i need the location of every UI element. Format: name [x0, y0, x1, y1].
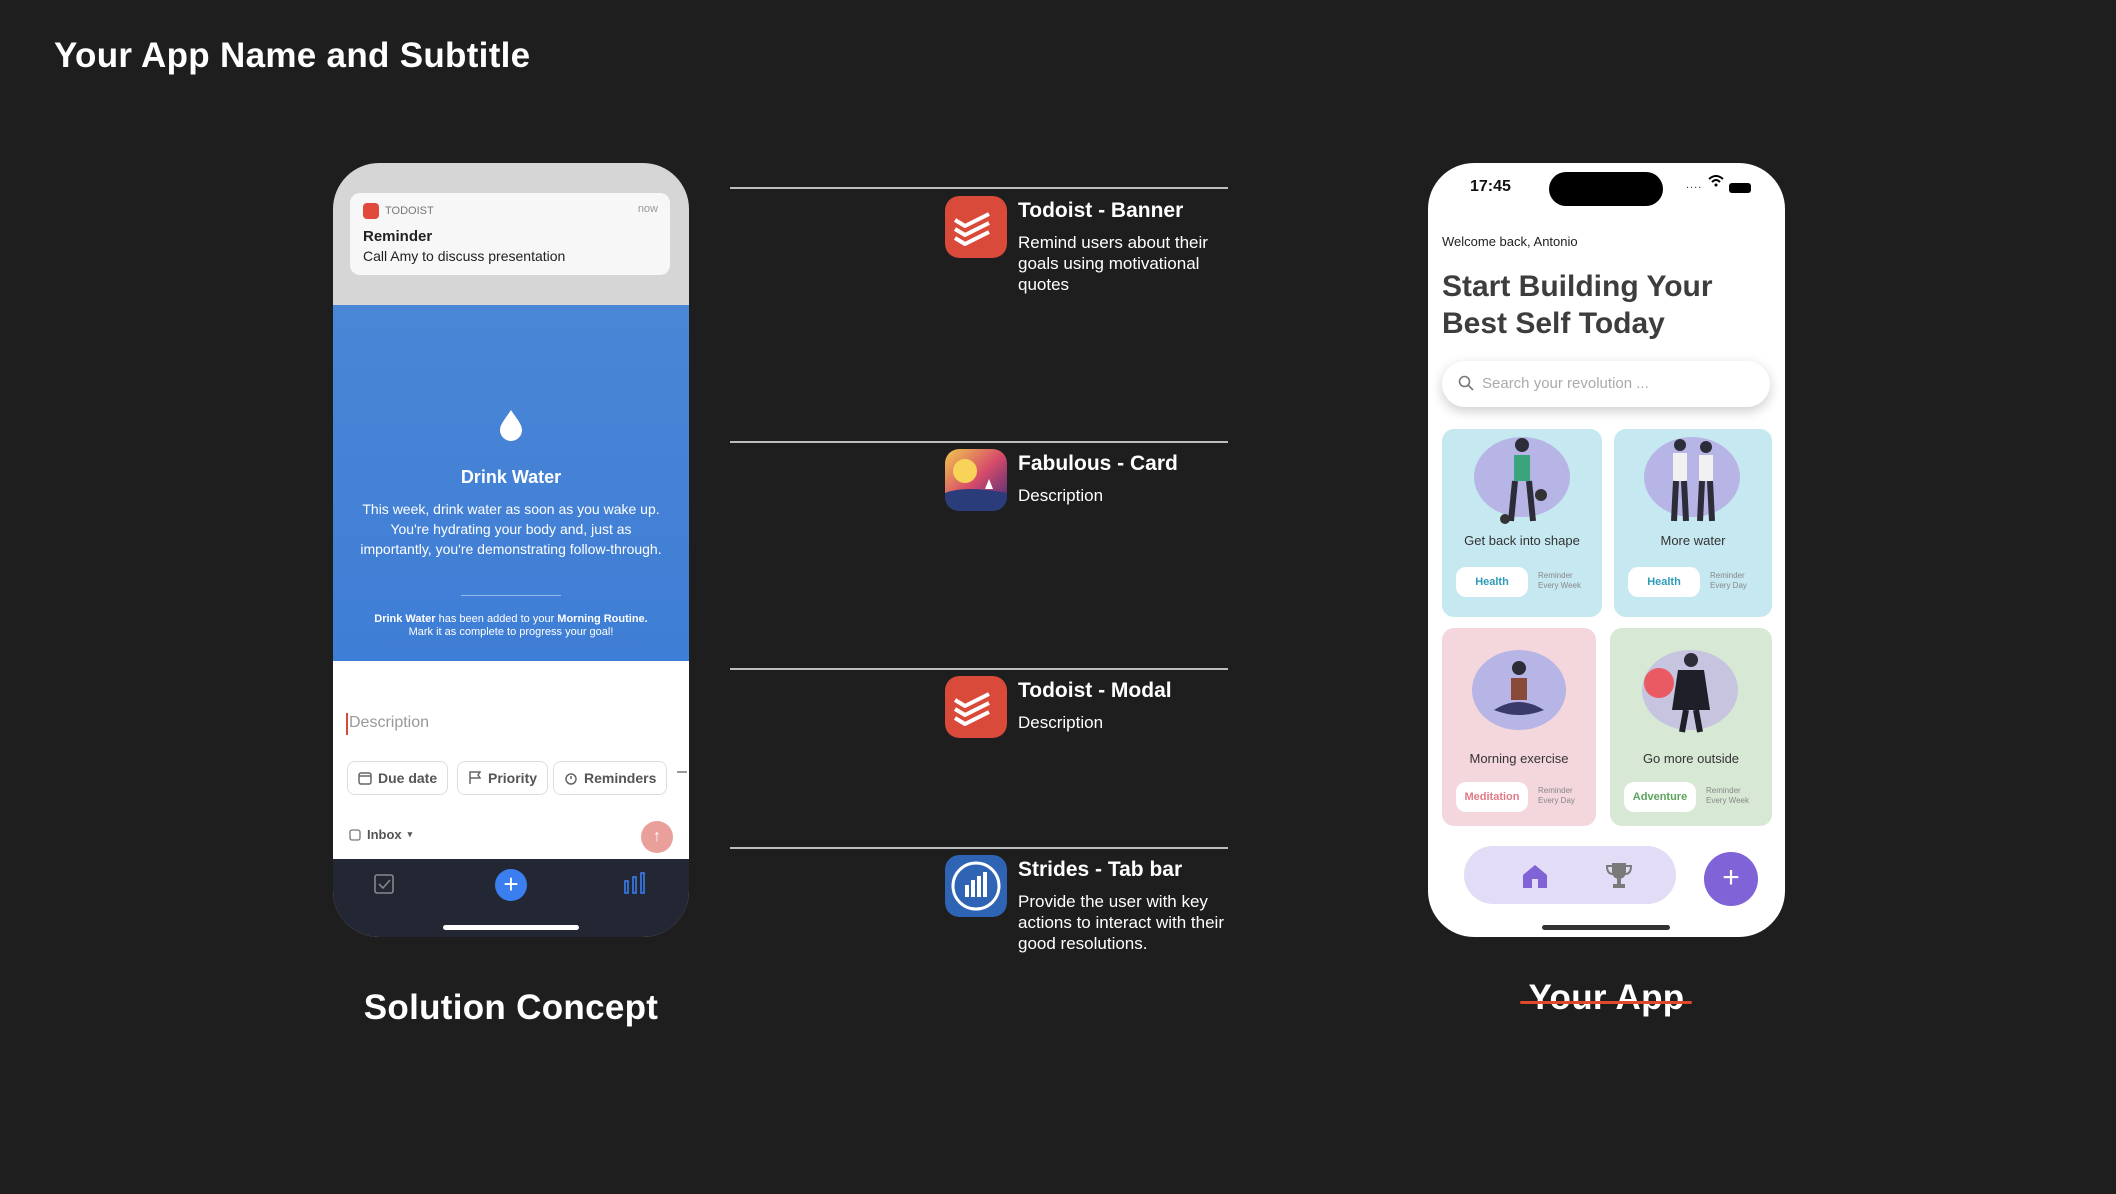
task-composer: Description Due date Priority Reminders … [333, 661, 689, 859]
card-title: More water [1660, 533, 1726, 548]
app-caption: Your App [1528, 978, 1685, 1017]
divider [461, 595, 561, 596]
habit-card: Drink Water This week, drink water as so… [333, 305, 689, 661]
todoist-icon [363, 203, 379, 219]
app-headline: Start Building Your Best Self Today [1442, 270, 1713, 340]
inspiration-description: Provide the user with key actions to int… [1018, 892, 1224, 953]
notification-banner[interactable]: TODOIST now Reminder Call Amy to discuss… [350, 193, 670, 275]
habit-card-water[interactable]: More water Health Reminder Every Day [1614, 429, 1772, 617]
project-selector[interactable]: Inbox ▾ [349, 827, 412, 842]
search-bar[interactable]: Search your revolution ... [1442, 361, 1770, 407]
card-title: Get back into shape [1464, 533, 1580, 548]
search-input[interactable]: Search your revolution ... [1482, 375, 1649, 392]
wifi-icon [1708, 175, 1724, 187]
inbox-icon [349, 828, 361, 841]
tab-bar: + [333, 859, 689, 937]
todoist-icon [945, 676, 1007, 738]
habit-card-shape[interactable]: Get back into shape Health Reminder Every… [1442, 429, 1602, 617]
strides-icon [945, 855, 1007, 917]
stats-icon[interactable] [623, 871, 647, 895]
inspiration-title: Fabulous - Card [1018, 452, 1178, 475]
notification-title: Reminder [363, 228, 433, 245]
signal-icon: .... [1686, 179, 1703, 191]
category-tag[interactable]: Health [1628, 567, 1700, 597]
meditation-illustration [1494, 661, 1544, 715]
more-chips-indicator [677, 771, 687, 773]
add-habit-button[interactable]: + [1704, 852, 1758, 906]
alarm-icon [565, 773, 577, 785]
due-date-chip[interactable]: Due date [347, 761, 449, 795]
person-weights-illustration [1500, 438, 1547, 524]
inspiration-title: Todoist - Modal [1018, 679, 1172, 702]
habit-body: This week, drink water as soon as you wa… [360, 501, 662, 557]
water-drop-icon [500, 410, 522, 441]
trophy-icon[interactable] [1604, 860, 1634, 890]
priority-chip[interactable]: Priority [457, 761, 549, 795]
habit-note: Drink Water has been added to your Morni… [374, 613, 648, 638]
reminder-text: Reminder Every Day [1710, 571, 1747, 590]
category-tag[interactable]: Adventure [1624, 782, 1696, 812]
battery-icon [1729, 183, 1751, 193]
inspiration-title: Strides - Tab bar [1018, 858, 1183, 881]
notification-body: Call Amy to discuss presentation [363, 248, 566, 264]
inspiration-description: Description [1018, 713, 1104, 732]
page-title: Your App Name and Subtitle [54, 36, 531, 75]
inspiration-description: Remind users about their goals using mot… [1018, 233, 1208, 294]
welcome-text: Welcome back, Antonio [1442, 234, 1578, 249]
caption-underline [1520, 1001, 1692, 1004]
todoist-icon [945, 196, 1007, 258]
people-drinking-illustration [1671, 439, 1715, 522]
app-phone: 17:45 .... Welcome back, Antonio Start B… [1428, 163, 1785, 937]
description-input[interactable]: Description [349, 714, 429, 732]
card-title: Go more outside [1642, 751, 1740, 766]
category-tag[interactable]: Meditation [1456, 782, 1528, 812]
chevron-down-icon: ▾ [407, 829, 413, 839]
reminder-text: Reminder Every Day [1538, 786, 1575, 805]
reminder-text: Reminder Every Week [1538, 571, 1581, 590]
send-button[interactable]: ↑ [641, 821, 673, 853]
divider [730, 847, 1228, 849]
notification-time: now [637, 203, 658, 215]
concept-caption: Solution Concept [363, 988, 659, 1027]
flag-icon [469, 771, 482, 784]
search-icon [1458, 375, 1474, 391]
habit-card-morning[interactable]: Morning exercise Meditation Reminder Ever… [1442, 628, 1596, 826]
bottom-nav [1464, 846, 1676, 904]
concept-phone: TODOIST now Reminder Call Amy to discuss… [333, 163, 689, 937]
divider [730, 187, 1228, 189]
text-cursor [346, 713, 348, 735]
home-icon[interactable] [1520, 862, 1550, 890]
inspiration-description: Description [1018, 486, 1104, 505]
home-indicator [1542, 925, 1670, 930]
fabulous-icon [945, 449, 1007, 511]
inspiration-title: Todoist - Banner [1018, 199, 1184, 222]
card-title: Morning exercise [1469, 751, 1569, 766]
checkbox-icon[interactable] [373, 873, 395, 895]
reminders-chip[interactable]: Reminders [553, 761, 668, 795]
add-task-button[interactable]: + [495, 869, 527, 901]
habit-title: Drink Water [460, 467, 562, 487]
reminder-text: Reminder Every Week [1706, 786, 1749, 805]
status-time: 17:45 [1470, 178, 1511, 195]
calendar-icon [358, 772, 372, 785]
person-walking-illustration [1672, 653, 1710, 733]
home-indicator [443, 925, 579, 930]
arrow-up-icon: ↑ [653, 828, 661, 845]
divider [730, 441, 1228, 443]
dynamic-island [1549, 172, 1663, 206]
notification-app: TODOIST [385, 205, 434, 217]
habit-card-outside[interactable]: Go more outside Adventure Reminder Every … [1610, 628, 1772, 826]
category-tag[interactable]: Health [1456, 567, 1528, 597]
divider [730, 668, 1228, 670]
